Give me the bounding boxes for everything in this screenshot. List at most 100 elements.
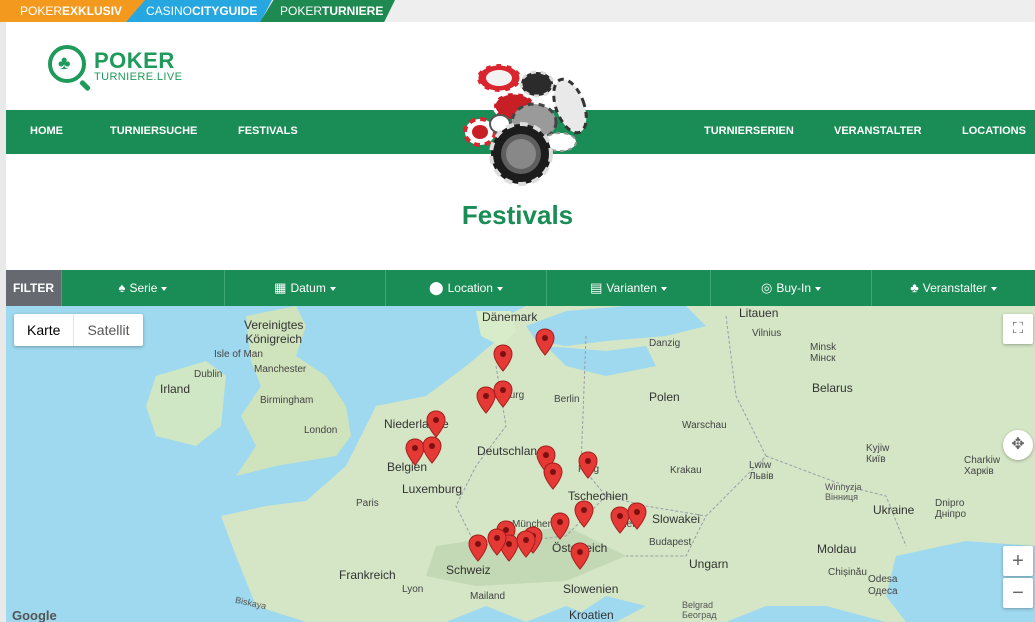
map-label-moldau: Moldau [817, 542, 857, 556]
map-label-odesa: Odesa Одеса [868, 574, 898, 597]
map-label-minsk: Minsk Мінск [810, 342, 837, 364]
logo-subtitle: TURNIERE.LIVE [94, 71, 183, 83]
spade-magnifier-icon: ♣ [48, 45, 86, 83]
map-label-schweiz: Schweiz [446, 563, 491, 577]
map-label-birmingham: Birmingham [260, 395, 314, 406]
poker-chips-illustration [463, 62, 588, 186]
google-logo: Google [12, 608, 57, 622]
map-label-mailand: Mailand [470, 591, 506, 602]
map-label-warschau: Warschau [682, 420, 727, 431]
map-type-karte[interactable]: Karte [14, 314, 75, 346]
tab-bold-text: EXKLUSIV [62, 4, 123, 18]
map-label-lyon: Lyon [402, 584, 424, 595]
festival-map-pin-icon[interactable] [493, 380, 513, 408]
tab-poker-exklusiv[interactable]: POKEREXKLUSIV [0, 0, 145, 22]
caret-down-icon [496, 286, 503, 291]
filter-datum-dropdown[interactable]: ▦ Datum [224, 270, 385, 306]
map-label-budapest: Budapest [649, 537, 692, 548]
spade-icon: ♠ [118, 280, 126, 295]
filter-veranstalter-dropdown[interactable]: ♣ Veranstalter [871, 270, 1035, 306]
festival-map[interactable]: Dänemark Litauen Vilnius Minsk Мінск Bel… [6, 306, 1035, 622]
map-label-paris: Paris [356, 498, 379, 509]
map-label-dublin: Dublin [194, 369, 223, 380]
street-view-pegman-icon[interactable]: ✥ [1003, 430, 1033, 460]
map-label-manchester: Manchester [254, 364, 307, 375]
map-label-litauen: Litauen [739, 306, 779, 320]
filter-serie-label: Serie [129, 281, 158, 295]
page-title: Festivals [461, 200, 574, 230]
nav-home[interactable]: HOME [30, 125, 63, 137]
map-label-vilnius: Vilnius [752, 328, 782, 339]
tab-light-text: CASINO [146, 4, 193, 18]
caret-down-icon [990, 286, 997, 291]
coins-icon: ◎ [760, 280, 773, 295]
filter-buyin-label: Buy-In [776, 281, 812, 295]
map-label-daenemark: Dänemark [482, 310, 538, 324]
map-label-chisinau: Chișinău [828, 567, 867, 578]
map-label-belgrad: Belgrad Београд [682, 600, 717, 620]
map-type-satellit[interactable]: Satellit [74, 314, 142, 346]
fullscreen-icon[interactable]: ⛶ [1003, 314, 1033, 344]
caret-down-icon [161, 286, 168, 291]
site-logo[interactable]: ♣ POKER TURNIERE.LIVE [48, 45, 188, 89]
festival-map-pin-icon[interactable] [516, 530, 536, 558]
nav-turniersuche[interactable]: TURNIERSUCHE [110, 125, 197, 137]
festival-map-pin-icon[interactable] [574, 500, 594, 528]
festival-map-pin-icon[interactable] [487, 528, 507, 556]
festival-map-pin-icon[interactable] [627, 502, 647, 530]
map-label-kroatien: Kroatien [569, 608, 614, 622]
map-type-control: Karte Satellit [14, 314, 143, 346]
festival-map-pin-icon[interactable] [570, 542, 590, 570]
tab-casino-cityguide[interactable]: CASINOCITYGUIDE [126, 0, 272, 22]
festival-map-pin-icon[interactable] [493, 344, 513, 372]
filter-label: FILTER [6, 270, 61, 306]
tab-poker-turniere[interactable]: POKERTURNIERE [260, 0, 395, 22]
map-label-deutschland: Deutschland [477, 444, 544, 458]
filter-varianten-label: Varianten [606, 281, 657, 295]
tab-bold-text: TURNIERE [322, 4, 384, 18]
filter-varianten-dropdown[interactable]: ▤ Varianten [546, 270, 710, 306]
map-label-slowakei: Slowakei [652, 512, 701, 526]
calendar-icon: ▦ [274, 280, 287, 295]
map-label-isle-of-man: Isle of Man [214, 349, 263, 360]
map-label-lwiw: Lwiw Львів [749, 460, 774, 482]
filter-serie-dropdown[interactable]: ♠ Serie [61, 270, 224, 306]
map-label-ungarn: Ungarn [689, 557, 729, 571]
festival-map-pin-icon[interactable] [422, 436, 442, 464]
map-label-irland: Irland [160, 382, 191, 396]
filter-bar: FILTER ♠ Serie ▦ Datum ⬤ Location ▤ Variante… [6, 270, 1035, 306]
network-bar: POKEREXKLUSIV CASINOCITYGUIDE POKERTURNI… [0, 0, 1035, 22]
filter-datum-label: Datum [290, 281, 326, 295]
filter-veranstalter-label: Veranstalter [922, 281, 987, 295]
filter-buyin-dropdown[interactable]: ◎ Buy-In [710, 270, 871, 306]
tab-light-text: POKER [20, 4, 63, 18]
caret-down-icon [329, 286, 336, 291]
nav-festivals[interactable]: FESTIVALS [238, 125, 298, 137]
tab-light-text: POKER [280, 4, 323, 18]
filter-location-dropdown[interactable]: ⬤ Location [385, 270, 546, 306]
zoom-in-button[interactable]: + [1003, 546, 1033, 576]
festival-map-pin-icon[interactable] [578, 451, 598, 479]
map-label-belarus: Belarus [812, 381, 853, 395]
filter-location-label: Location [447, 281, 493, 295]
festival-map-pin-icon[interactable] [550, 512, 570, 540]
festival-map-pin-icon[interactable] [535, 328, 555, 356]
club-icon: ♣ [910, 280, 919, 295]
map-label-danzig: Danzig [649, 338, 681, 349]
map-label-dnipro: Dnipro Дніпро [935, 498, 967, 520]
map-pin-icon: ⬤ [429, 280, 444, 295]
cards-icon: ▤ [590, 280, 603, 295]
festival-map-pin-icon[interactable] [468, 534, 488, 562]
map-label-winnyzja: Winnyzja Вінниця [825, 482, 862, 502]
festival-map-pin-icon[interactable] [426, 410, 446, 438]
map-label-slowenien: Slowenien [563, 582, 619, 596]
map-label-charkiw: Charkiw Харків [964, 455, 1001, 477]
map-label-berlin: Berlin [554, 394, 580, 405]
zoom-out-button[interactable]: − [1003, 578, 1033, 608]
nav-turnierserien[interactable]: TURNIERSERIEN [704, 125, 794, 137]
map-label-luxemburg: Luxemburg [402, 482, 463, 496]
nav-veranstalter[interactable]: VERANSTALTER [834, 125, 922, 137]
festival-map-pin-icon[interactable] [543, 462, 563, 490]
nav-locations[interactable]: LOCATIONS [962, 125, 1026, 137]
map-label-kyjiw: Kyjiw Київ [866, 443, 890, 465]
